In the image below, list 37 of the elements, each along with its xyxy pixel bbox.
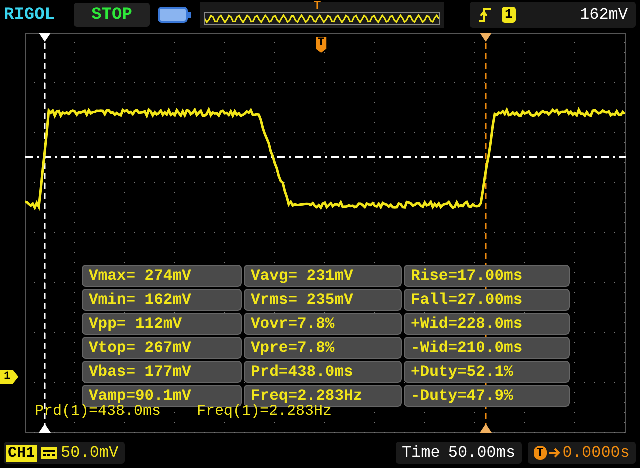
trigger-position-marker[interactable]: T	[316, 37, 327, 53]
dc-coupling-icon	[41, 447, 58, 459]
measurement-value: Vovr=7.8%	[244, 313, 402, 335]
measurement-value: Rise=17.00ms	[404, 265, 570, 287]
trigger-offset: 0.0000s	[562, 444, 630, 462]
rising-edge-icon	[478, 7, 492, 23]
measurement-value: -Wid=210.0ms	[404, 337, 570, 359]
measurement-value: Prd=438.0ms	[244, 361, 402, 383]
channel-marker: 1	[0, 370, 19, 384]
measurement-value: -Duty=47.9%	[404, 385, 570, 407]
time-label: Time	[402, 444, 440, 462]
measurement-value: Vmax= 274mV	[82, 265, 242, 287]
memory-trigger-marker: T	[314, 0, 322, 12]
brand-logo: RIGOL	[4, 6, 56, 24]
channel-label[interactable]: CH1	[6, 444, 38, 462]
timebase-value: 50.00ms	[448, 444, 516, 462]
right-arrow-icon	[548, 448, 561, 458]
trigger-channel: 1	[502, 7, 516, 23]
measurement-value: Vpp= 112mV	[82, 313, 242, 335]
measurement-value: +Duty=52.1%	[404, 361, 570, 383]
trigger-level: 162mV	[580, 6, 628, 24]
battery-icon	[158, 7, 192, 23]
cursor-marker-icon[interactable]	[480, 33, 492, 42]
measurement-value: +Wid=228.0ms	[404, 313, 570, 335]
measurement-value: Vpre=7.8%	[244, 337, 402, 359]
cursor-marker-icon[interactable]	[39, 424, 51, 433]
measurement-value: Vbas= 177mV	[82, 361, 242, 383]
measurement-value: Vrms= 235mV	[244, 289, 402, 311]
measurement-value: Fall=27.00ms	[404, 289, 570, 311]
cursor-marker-icon[interactable]	[480, 424, 492, 433]
measurement-value: Vmin= 162mV	[82, 289, 242, 311]
cursor-marker-icon[interactable]	[39, 33, 51, 42]
measurement-value: Vtop= 267mV	[82, 337, 242, 359]
run-state[interactable]: STOP	[74, 3, 150, 27]
measurement-value: Vavg= 231mV	[244, 265, 402, 287]
trigger-offset-badge: T	[534, 446, 547, 460]
vertical-scale: 50.0mV	[61, 444, 119, 462]
